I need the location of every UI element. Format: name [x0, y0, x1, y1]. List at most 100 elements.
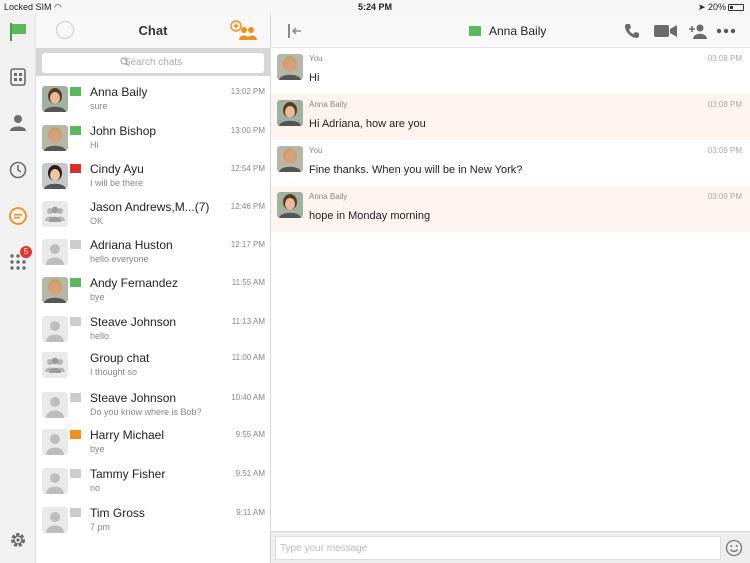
- chat-item-preview: hello everyone: [90, 254, 149, 264]
- chat-item-time: 12:17 PM: [230, 240, 265, 249]
- phone-call-icon[interactable]: [623, 22, 641, 40]
- chat-list-item[interactable]: Steave Johnson hello 11:13 AM: [36, 314, 271, 352]
- status-flag-icon: [70, 278, 81, 287]
- new-group-chat-button[interactable]: [229, 20, 259, 42]
- chat-bubble-icon[interactable]: [6, 204, 30, 228]
- avatar: [42, 86, 68, 112]
- sidebar-rail: 5: [0, 14, 36, 563]
- dialpad-badge: 5: [20, 246, 32, 258]
- chat-item-preview: 7 pm: [90, 522, 111, 532]
- person-avatar-icon: [42, 507, 68, 533]
- chat-list-item[interactable]: Cindy Ayu I will be there 12:54 PM: [36, 161, 271, 199]
- message-text: Hi: [309, 72, 320, 84]
- gear-icon[interactable]: [6, 528, 30, 552]
- person-avatar-icon: [42, 316, 68, 342]
- chat-item-time: 12:46 PM: [230, 202, 265, 211]
- status-bar: Locked SIM ◠ 5:24 PM ➤ 20%: [0, 0, 750, 14]
- chat-item-time: 10:40 AM: [231, 393, 265, 402]
- search-bar: [36, 48, 270, 76]
- chat-item-name: Anna Baily: [90, 85, 148, 99]
- avatar: [277, 146, 303, 172]
- collapse-sidebar-icon[interactable]: [287, 23, 303, 39]
- battery-status: ➤ 20%: [698, 2, 744, 13]
- chat-item-preview: bye: [90, 444, 105, 454]
- search-icon: [120, 57, 130, 67]
- more-options-icon[interactable]: [715, 22, 737, 40]
- chat-item-name: Steave Johnson: [90, 391, 177, 405]
- status-flag-icon: [70, 126, 81, 135]
- message-text: Hi Adriana, how are you: [309, 118, 426, 130]
- contact-flag-icon: [469, 26, 481, 36]
- chat-list-item[interactable]: Jason Andrews,M...(7) OK 12:46 PM: [36, 199, 271, 237]
- avatar: [277, 192, 303, 218]
- message-row: You Fine thanks. When you will be in New …: [271, 140, 750, 186]
- status-flag-icon: [70, 469, 81, 478]
- person-avatar-icon: [42, 239, 68, 265]
- status-flag-icon: [70, 240, 81, 249]
- chat-item-name: Andy Fernandez: [90, 276, 179, 290]
- avatar: [277, 100, 303, 126]
- message-text: hope in Monday morning: [309, 210, 431, 222]
- person-avatar-icon: [42, 392, 68, 418]
- person-avatar-icon: [42, 468, 68, 494]
- chat-list-item[interactable]: Tim Gross 7 pm 9:11 AM: [36, 505, 271, 543]
- chat-list-header: Chat: [36, 14, 270, 48]
- group-avatar-icon: [42, 201, 68, 227]
- chat-item-time: 9:11 AM: [236, 508, 265, 517]
- avatar: [42, 277, 68, 303]
- avatar: [277, 54, 303, 80]
- chat-item-preview: I thought so: [90, 367, 138, 377]
- chat-item-preview: hello: [90, 331, 110, 341]
- battery-icon: [728, 4, 744, 11]
- person-avatar-icon: [42, 429, 68, 455]
- add-participant-icon[interactable]: [687, 22, 709, 40]
- message-row: Anna Baily hope in Monday morning 03:09 PM: [271, 186, 750, 232]
- chat-item-preview: OK: [90, 216, 104, 226]
- chat-list-item[interactable]: Anna Baily sure 13:02 PM: [36, 84, 271, 122]
- chat-item-time: 12:54 PM: [230, 164, 265, 173]
- contacts-book-icon[interactable]: [6, 65, 30, 89]
- chat-list-panel: Chat Anna Baily sure 13:02 PM John Bishop Hi…: [36, 14, 271, 563]
- chat-item-name: Cindy Ayu: [90, 162, 144, 176]
- conversation-header: Anna Baily: [271, 14, 750, 48]
- status-flag-icon: [70, 393, 81, 402]
- chat-list-item[interactable]: Harry Michael bye 9:55 AM: [36, 427, 271, 465]
- emoji-icon[interactable]: [725, 539, 743, 557]
- message-sender: Anna Baily: [309, 100, 348, 109]
- chat-list-item[interactable]: Andy Fernandez bye 11:55 AM: [36, 275, 271, 313]
- user-icon[interactable]: [6, 111, 30, 135]
- message-input[interactable]: [275, 536, 721, 560]
- status-flag-icon: [70, 87, 81, 96]
- chat-item-time: 9:55 AM: [235, 430, 265, 439]
- chat-list-item[interactable]: John Bishop Hi 13:00 PM: [36, 123, 271, 161]
- video-call-icon[interactable]: [653, 22, 679, 40]
- status-flag-icon: [70, 317, 81, 326]
- message-row: You Hi 03:08 PM: [271, 48, 750, 94]
- message-time: 03:08 PM: [707, 54, 742, 63]
- clock: 5:24 PM: [357, 2, 392, 12]
- status-flag-icon: [70, 508, 81, 517]
- chat-item-name: Steave Johnson: [90, 315, 177, 329]
- chat-item-name: Group chat: [90, 351, 150, 365]
- chat-list-item[interactable]: Tammy Fisher no 9:51 AM: [36, 466, 271, 504]
- flag-status-icon[interactable]: [6, 20, 30, 44]
- history-icon[interactable]: [6, 158, 30, 182]
- message-sender: You: [309, 54, 323, 63]
- chat-item-name: Adriana Huston: [90, 238, 173, 252]
- avatar: [42, 125, 68, 151]
- chat-list-item[interactable]: Steave Johnson Do you know where is Bob? 1…: [36, 390, 271, 428]
- chat-item-name: Tammy Fisher: [90, 467, 166, 481]
- conversation-contact-name: Anna Baily: [489, 24, 547, 38]
- chat-item-time: 11:55 AM: [231, 278, 265, 287]
- chat-item-name: Harry Michael: [90, 428, 165, 442]
- chat-item-time: 9:51 AM: [235, 469, 265, 478]
- location-icon: ➤: [697, 2, 706, 12]
- dialpad-icon[interactable]: 5: [6, 246, 32, 274]
- search-input[interactable]: [42, 52, 264, 73]
- chat-item-preview: Do you know where is Bob?: [90, 407, 202, 417]
- message-composer: [271, 531, 750, 563]
- chat-list-item[interactable]: Adriana Huston hello everyone 12:17 PM: [36, 237, 271, 275]
- chat-item-time: 13:02 PM: [230, 87, 265, 96]
- chat-list-item[interactable]: Group chat I thought so 11:00 AM: [36, 350, 271, 388]
- status-flag-icon: [70, 430, 81, 439]
